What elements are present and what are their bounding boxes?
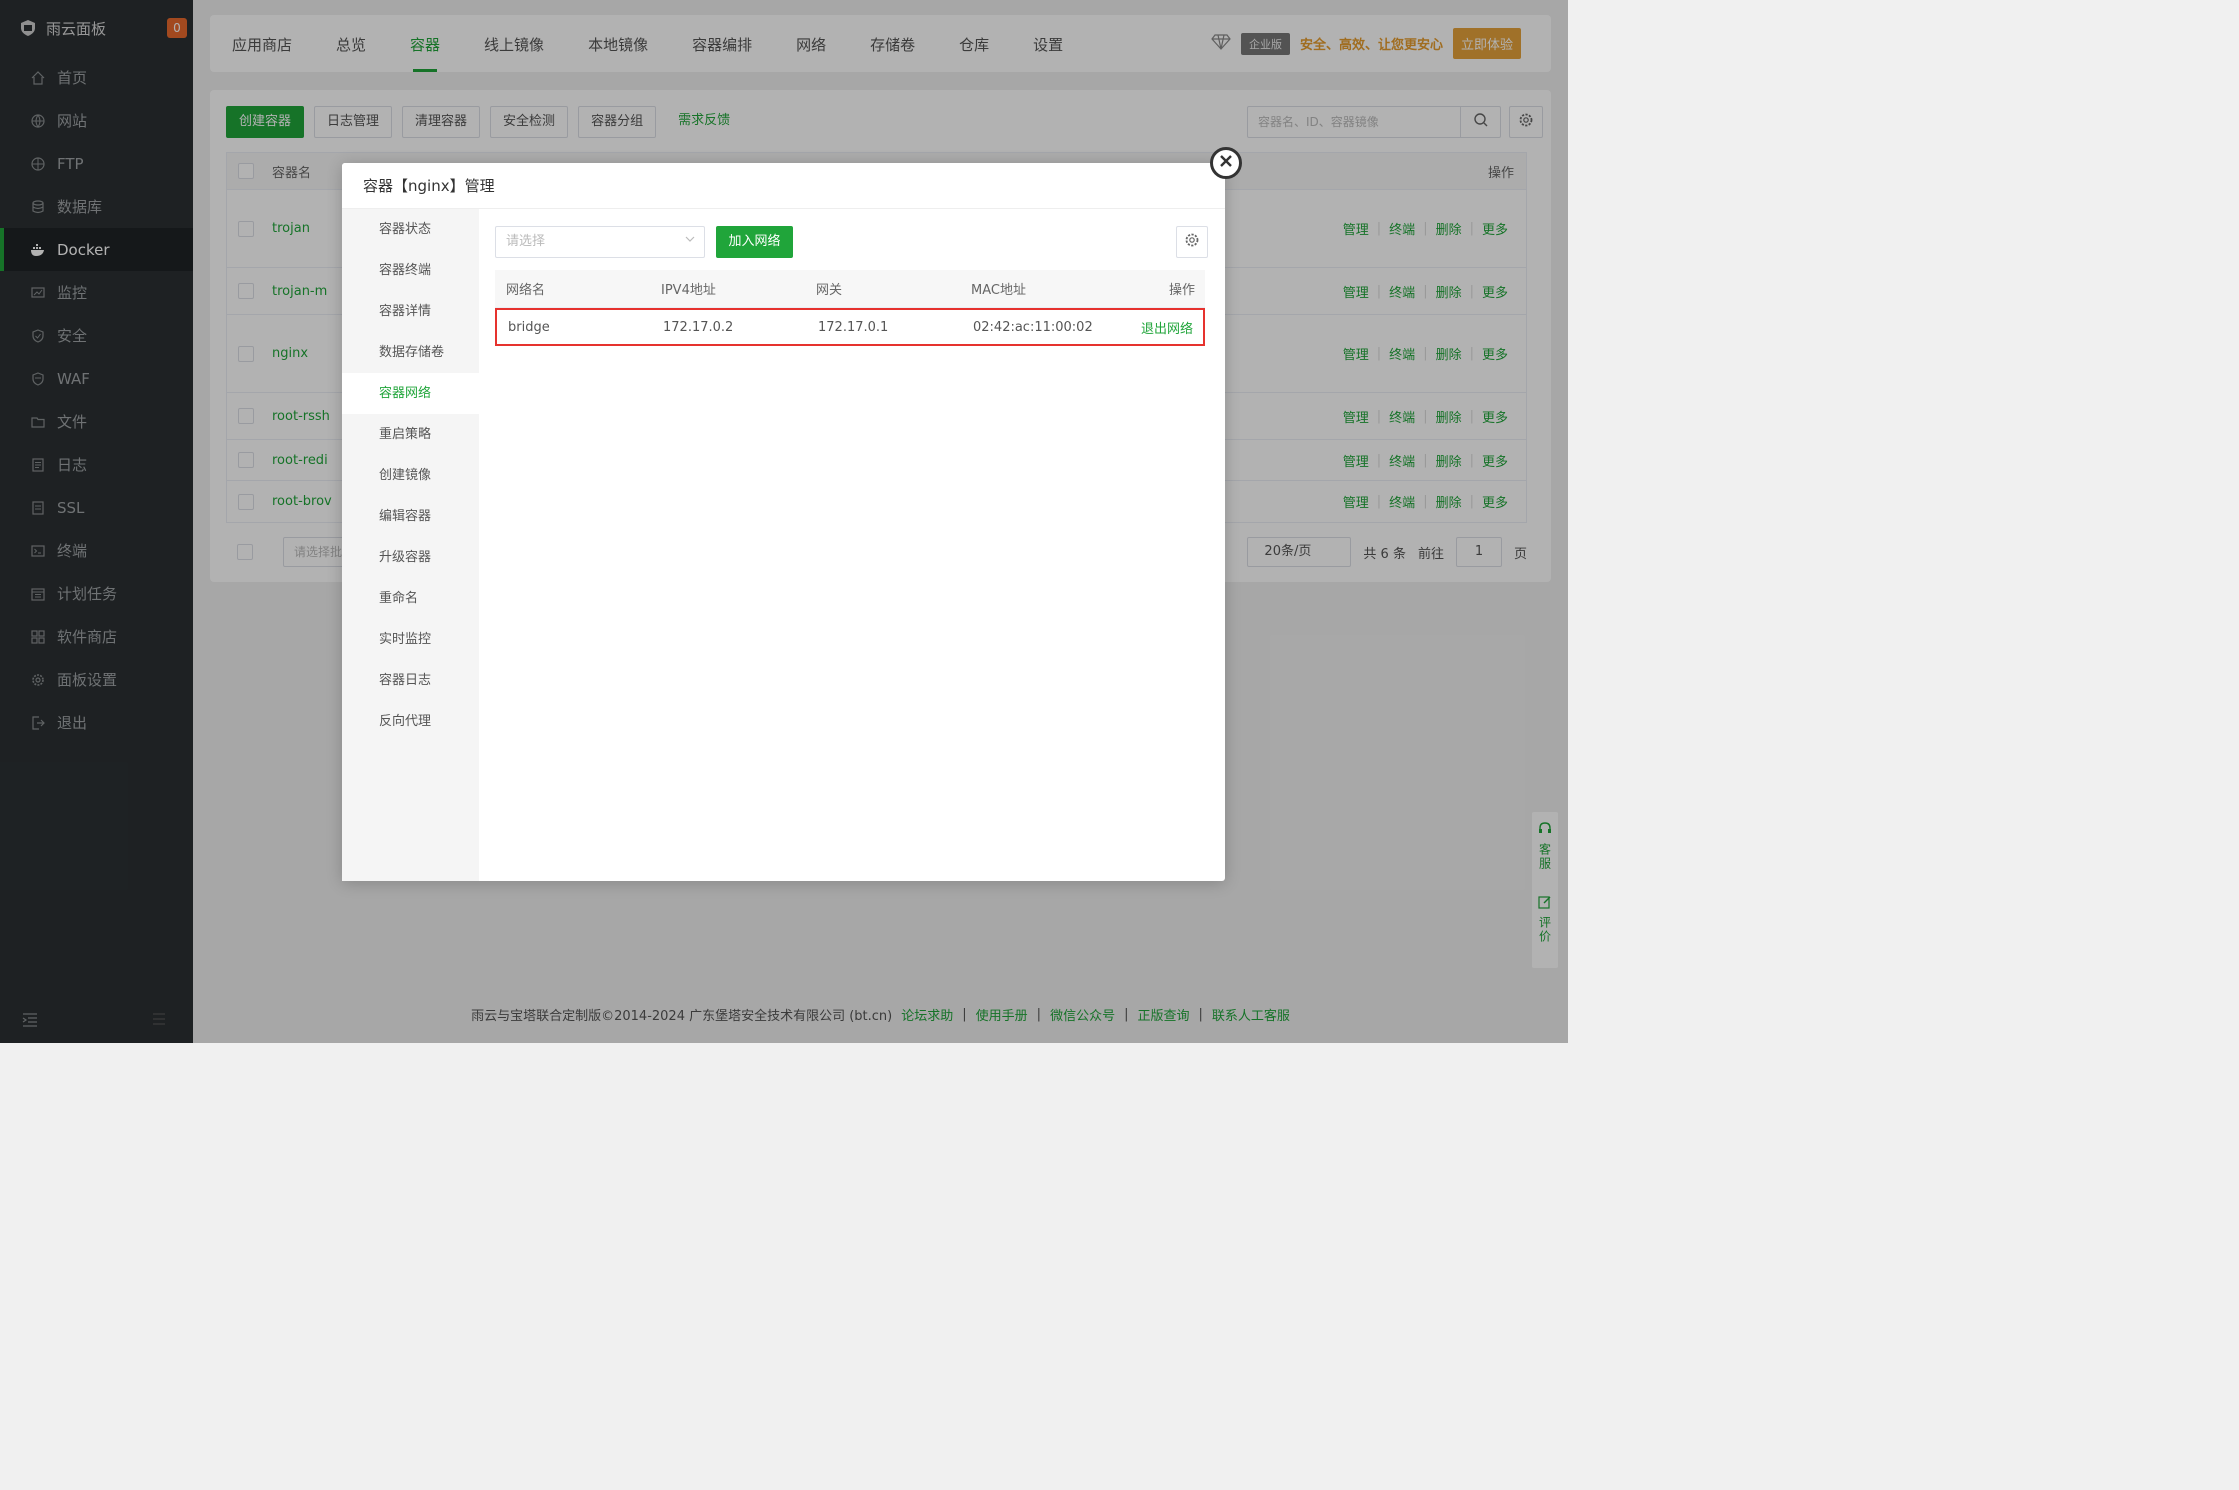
chevron-down-icon bbox=[684, 227, 696, 257]
leave-network-link[interactable]: 退出网络 bbox=[1117, 318, 1203, 337]
header-mac: MAC地址 bbox=[971, 283, 1026, 298]
network-ipv4: 172.17.0.2 bbox=[663, 319, 734, 335]
menu-upgrade-container[interactable]: 升级容器 bbox=[342, 537, 479, 578]
menu-restart-policy[interactable]: 重启策略 bbox=[342, 414, 479, 455]
network-row-highlighted: bridge 172.17.0.2 172.17.0.1 02:42:ac:11… bbox=[495, 308, 1205, 346]
close-icon bbox=[1219, 154, 1233, 172]
menu-container-network[interactable]: 容器网络 bbox=[342, 373, 479, 414]
modal-title: 容器【nginx】管理 bbox=[342, 163, 1225, 209]
header-actions: 操作 bbox=[1168, 283, 1195, 298]
menu-container-logs[interactable]: 容器日志 bbox=[342, 660, 479, 701]
menu-container-status[interactable]: 容器状态 bbox=[342, 209, 479, 250]
network-select-placeholder: 请选择 bbox=[506, 234, 546, 249]
menu-edit-container[interactable]: 编辑容器 bbox=[342, 496, 479, 537]
join-network-button[interactable]: 加入网络 bbox=[716, 226, 793, 258]
menu-container-terminal[interactable]: 容器终端 bbox=[342, 250, 479, 291]
header-ipv4: IPV4地址 bbox=[661, 283, 716, 298]
gear-icon bbox=[1184, 232, 1200, 252]
menu-reverse-proxy[interactable]: 反向代理 bbox=[342, 701, 479, 742]
menu-rename[interactable]: 重命名 bbox=[342, 578, 479, 619]
network-table-header: 网络名 IPV4地址 网关 MAC地址 操作 bbox=[495, 270, 1205, 308]
network-settings-button[interactable] bbox=[1176, 226, 1208, 258]
network-select[interactable]: 请选择 bbox=[495, 226, 705, 258]
network-mac: 02:42:ac:11:00:02 bbox=[973, 319, 1093, 335]
close-button[interactable] bbox=[1210, 147, 1242, 179]
menu-create-image[interactable]: 创建镜像 bbox=[342, 455, 479, 496]
menu-realtime-monitor[interactable]: 实时监控 bbox=[342, 619, 479, 660]
menu-data-volumes[interactable]: 数据存储卷 bbox=[342, 332, 479, 373]
header-network-name: 网络名 bbox=[506, 283, 546, 298]
network-table: 网络名 IPV4地址 网关 MAC地址 操作 bridge 172.17.0.2… bbox=[495, 270, 1205, 346]
network-name: bridge bbox=[508, 319, 550, 335]
modal-body: 请选择 加入网络 网络名 IPV4地址 网关 MAC地址 操作 bridge 1… bbox=[479, 209, 1225, 881]
network-gateway: 172.17.0.1 bbox=[818, 319, 889, 335]
menu-container-details[interactable]: 容器详情 bbox=[342, 291, 479, 332]
header-gateway: 网关 bbox=[816, 283, 843, 298]
container-manage-modal: 容器【nginx】管理 容器状态 容器终端 容器详情 数据存储卷 容器网络 重启… bbox=[342, 147, 1242, 881]
modal-menu: 容器状态 容器终端 容器详情 数据存储卷 容器网络 重启策略 创建镜像 编辑容器… bbox=[342, 209, 479, 881]
